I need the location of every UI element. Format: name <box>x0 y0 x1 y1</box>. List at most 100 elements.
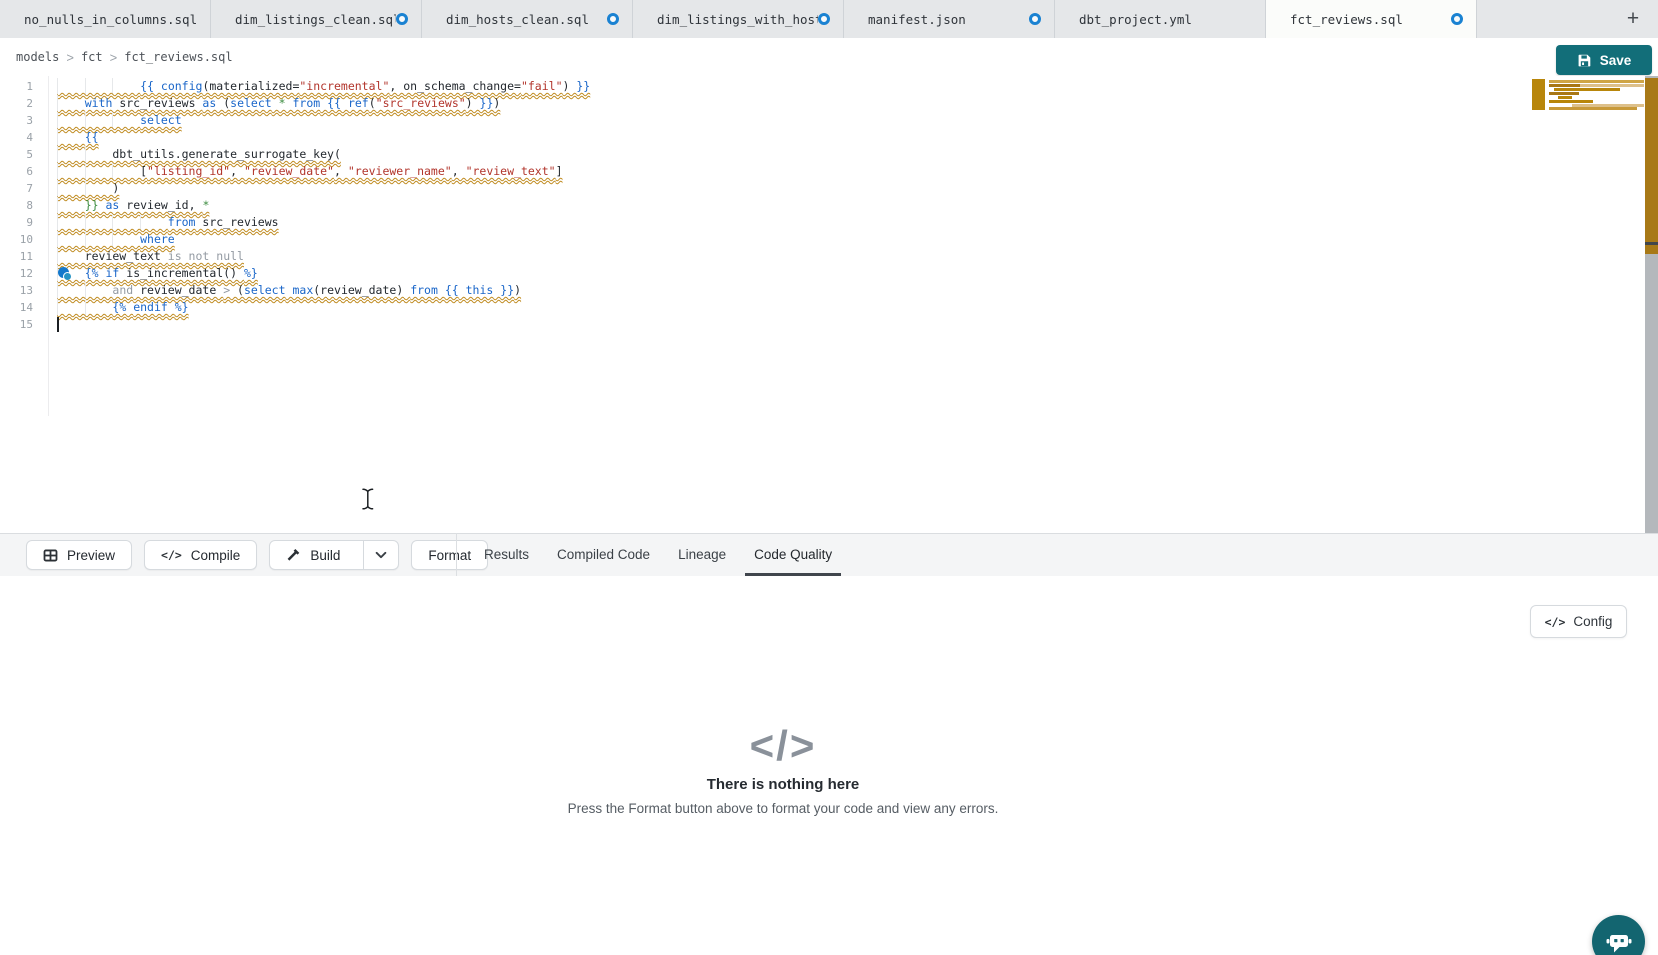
unsaved-dot-icon <box>396 13 408 25</box>
code-line-9[interactable]: 9 from src_reviews <box>0 214 1630 231</box>
config-button[interactable]: </> Config <box>1530 605 1627 638</box>
line-number: 8 <box>0 197 33 214</box>
code-line-2[interactable]: 2 with src_reviews as (select * from {{ … <box>0 95 1630 112</box>
chevron-right-icon: > <box>66 50 74 65</box>
line-number: 14 <box>0 299 33 316</box>
breadcrumb: models > fct > fct_reviews.sql <box>16 50 233 65</box>
code-text: {% if is_incremental() %} <box>57 265 258 282</box>
line-number: 11 <box>0 248 33 265</box>
tab-label: dim_listings_with_hosts.sql <box>657 12 818 27</box>
line-number: 9 <box>0 214 33 231</box>
empty-state-title: There is nothing here <box>383 776 1183 793</box>
code-line-13[interactable]: 13 and review_date > (select max(review_… <box>0 282 1630 299</box>
code-quality-panel: </> Config </> There is nothing here Pre… <box>0 576 1658 955</box>
tab-fct_reviews.sql[interactable]: fct_reviews.sql <box>1266 0 1477 38</box>
code-text: {{ config(materialized="incremental", on… <box>57 78 590 95</box>
code-line-3[interactable]: 3 select <box>0 112 1630 129</box>
tab-dbt_project.yml[interactable]: dbt_project.yml <box>1055 0 1266 38</box>
code-text: dbt_utils.generate_surrogate_key( <box>57 146 341 163</box>
code-line-7[interactable]: 7 ) <box>0 180 1630 197</box>
line-number: 2 <box>0 95 33 112</box>
tab-label: fct_reviews.sql <box>1290 12 1403 27</box>
toolbar-divider <box>456 533 457 576</box>
build-dropdown-button[interactable] <box>363 541 398 569</box>
preview-button[interactable]: Preview <box>26 540 132 570</box>
line-number: 10 <box>0 231 33 248</box>
code-line-5[interactable]: 5 dbt_utils.generate_surrogate_key( <box>0 146 1630 163</box>
tab-label: dim_hosts_clean.sql <box>446 12 589 27</box>
tab-label: no_nulls_in_columns.sql <box>24 12 197 27</box>
code-line-15[interactable]: 15 <box>0 316 1630 333</box>
button-label: Build <box>310 548 340 563</box>
code-icon: </> <box>1545 615 1566 629</box>
save-button-label: Save <box>1600 53 1632 68</box>
code-text: ["listing_id", "review_date", "reviewer_… <box>57 163 563 180</box>
code-text: from src_reviews <box>57 214 279 231</box>
code-line-4[interactable]: 4 {{ <box>0 129 1630 146</box>
tab-no_nulls_in_columns.sql[interactable]: no_nulls_in_columns.sql <box>0 0 211 38</box>
code-text: {{ <box>57 129 99 146</box>
unsaved-dot-icon <box>818 13 830 25</box>
new-tab-button[interactable]: + <box>1616 0 1650 38</box>
tab-dim_listings_clean.sql[interactable]: dim_listings_clean.sql <box>211 0 422 38</box>
code-text: ) <box>57 180 119 197</box>
empty-state: </> There is nothing here Press the Form… <box>383 722 1183 816</box>
text-cursor-pointer <box>361 488 375 510</box>
code-text: where <box>57 231 175 248</box>
breadcrumb-segment[interactable]: fct <box>81 50 103 64</box>
unsaved-dot-icon <box>1451 13 1463 25</box>
save-button[interactable]: Save <box>1556 45 1652 75</box>
tab-manifest.json[interactable]: manifest.json <box>844 0 1055 38</box>
result-tabs: ResultsCompiled CodeLineageCode Quality <box>470 533 846 576</box>
code-brackets-icon: </> <box>383 722 1183 770</box>
config-button-label: Config <box>1573 614 1612 629</box>
button-label: Compile <box>191 548 241 563</box>
chevron-right-icon: > <box>110 50 118 65</box>
tab-results[interactable]: Results <box>470 533 543 576</box>
file-tab-bar: no_nulls_in_columns.sql dim_listings_clea… <box>0 0 1658 38</box>
compile-button[interactable]: </> Compile <box>144 540 257 570</box>
code-line-1[interactable]: 1 {{ config(materialized="incremental", … <box>0 78 1630 95</box>
breadcrumb-segment[interactable]: models <box>16 50 59 64</box>
code-line-8[interactable]: 8 }} as review_id, * <box>0 197 1630 214</box>
tab-lineage[interactable]: Lineage <box>664 533 740 576</box>
line-number: 3 <box>0 112 33 129</box>
code-line-6[interactable]: 6 ["listing_id", "review_date", "reviewe… <box>0 163 1630 180</box>
tab-dim_hosts_clean.sql[interactable]: dim_hosts_clean.sql <box>422 0 633 38</box>
dbt-ide-window: no_nulls_in_columns.sql dim_listings_clea… <box>0 0 1658 955</box>
code-text: select <box>57 112 182 129</box>
code-icon: </> <box>161 548 182 562</box>
line-number: 4 <box>0 129 33 146</box>
tab-label: dbt_project.yml <box>1079 12 1192 27</box>
breadcrumb-segment[interactable]: fct_reviews.sql <box>124 50 232 64</box>
build-button[interactable]: Build <box>269 540 399 570</box>
line-number: 13 <box>0 282 33 299</box>
tab-dim_listings_with_hosts.sql[interactable]: dim_listings_with_hosts.sql <box>633 0 844 38</box>
tab-label: manifest.json <box>868 12 966 27</box>
save-icon <box>1577 53 1592 68</box>
code-line-11[interactable]: 11 review_text is not null <box>0 248 1630 265</box>
editor-scrollbar[interactable] <box>1645 76 1658 533</box>
tab-compiled-code[interactable]: Compiled Code <box>543 533 664 576</box>
robot-icon <box>1605 928 1633 955</box>
tab-label: dim_listings_clean.sql <box>235 12 396 27</box>
code-line-12[interactable]: 12 {% if is_incremental() %} <box>0 265 1630 282</box>
line-number: 7 <box>0 180 33 197</box>
code-text: review_text is not null <box>57 248 244 265</box>
code-text: }} as review_id, * <box>57 197 209 214</box>
code-text: {% endif %} <box>57 299 189 316</box>
scrollbar-position-marker <box>1645 242 1658 245</box>
chevron-down-icon <box>374 548 388 562</box>
unsaved-dot-icon <box>1029 13 1041 25</box>
breadcrumb-row: models > fct > fct_reviews.sql <box>0 38 1658 76</box>
code-editor[interactable]: 1 {{ config(materialized="incremental", … <box>0 76 1658 533</box>
code-line-14[interactable]: 14 {% endif %} <box>0 299 1630 316</box>
code-line-10[interactable]: 10 where <box>0 231 1630 248</box>
table-icon <box>43 548 58 563</box>
line-number: 6 <box>0 163 33 180</box>
hammer-icon <box>286 548 301 563</box>
tab-code-quality[interactable]: Code Quality <box>740 533 846 576</box>
line-number: 15 <box>0 316 33 333</box>
unsaved-dot-icon <box>607 13 619 25</box>
button-label: Format <box>428 548 471 563</box>
